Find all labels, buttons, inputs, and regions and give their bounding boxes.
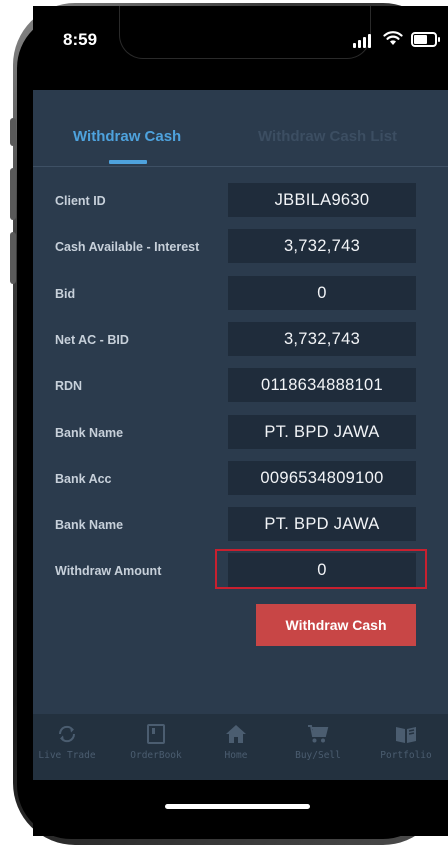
rdn-value: 0118634888101 xyxy=(228,368,416,402)
bank-name-value-2: PT. BPD JAWA xyxy=(228,507,416,541)
home-icon xyxy=(226,725,246,743)
nav-live-trade[interactable]: Live Trade xyxy=(33,724,102,774)
nav-portfolio[interactable]: Portfolio xyxy=(371,724,441,774)
phone-volume-up-button xyxy=(10,168,16,220)
bank-acc-value: 0096534809100 xyxy=(228,461,416,495)
battery-icon xyxy=(411,32,440,47)
client-id-value: JBBILA9630 xyxy=(228,183,416,217)
status-bar: 8:59 xyxy=(33,6,448,66)
phone-screen: 8:59 Withdraw Cash Withdraw Cash List Cl xyxy=(33,6,448,836)
cart-icon xyxy=(308,725,329,743)
nav-home[interactable]: Home xyxy=(201,724,271,774)
withdraw-cash-screen: Withdraw Cash Withdraw Cash List Client … xyxy=(33,90,448,780)
nav-buy-sell-label: Buy/Sell xyxy=(295,750,341,761)
nav-orderbook[interactable]: OrderBook xyxy=(121,724,191,774)
nav-buy-sell[interactable]: Buy/Sell xyxy=(283,724,353,774)
net-ac-bid-label: Net AC - BID xyxy=(55,333,129,347)
portfolio-book-icon xyxy=(396,727,416,743)
nav-orderbook-label: OrderBook xyxy=(130,750,182,761)
rdn-label: RDN xyxy=(55,379,83,393)
cash-available-value: 3,732,743 xyxy=(228,229,416,263)
tab-withdraw-cash-list[interactable]: Withdraw Cash List xyxy=(258,128,397,145)
wifi-icon xyxy=(383,31,403,45)
bank-name-value: PT. BPD JAWA xyxy=(228,415,416,449)
status-time: 8:59 xyxy=(63,30,98,49)
withdraw-cash-button[interactable]: Withdraw Cash xyxy=(256,604,416,646)
active-tab-indicator xyxy=(109,160,147,164)
net-ac-bid-value: 3,732,743 xyxy=(228,322,416,356)
phone-volume-down-button xyxy=(10,232,16,284)
notch xyxy=(119,6,371,59)
bid-label: Bid xyxy=(55,287,76,301)
nav-portfolio-label: Portfolio xyxy=(380,750,432,761)
status-icons xyxy=(353,30,448,48)
bank-name-label: Bank Name xyxy=(55,426,124,440)
book-icon xyxy=(147,724,165,744)
nav-home-label: Home xyxy=(224,750,248,761)
tab-bar: Withdraw Cash Withdraw Cash List xyxy=(33,90,448,167)
withdraw-amount-label: Withdraw Amount xyxy=(55,564,162,578)
bid-value: 0 xyxy=(228,276,416,310)
refresh-icon xyxy=(58,725,76,743)
home-indicator[interactable] xyxy=(165,804,310,809)
bottom-nav: Live Trade OrderBook Home Buy/Sell Portf… xyxy=(33,714,448,780)
bank-name-label-2: Bank Name xyxy=(55,518,124,532)
cash-available-label: Cash Available - Interest xyxy=(55,240,200,254)
client-id-label: Client ID xyxy=(55,194,106,208)
tab-withdraw-cash[interactable]: Withdraw Cash xyxy=(73,128,181,145)
nav-live-trade-label: Live Trade xyxy=(38,750,96,761)
phone-side-button xyxy=(10,118,16,146)
signal-icon xyxy=(353,32,375,48)
bank-acc-label: Bank Acc xyxy=(55,472,112,486)
withdraw-amount-highlight xyxy=(215,549,427,589)
